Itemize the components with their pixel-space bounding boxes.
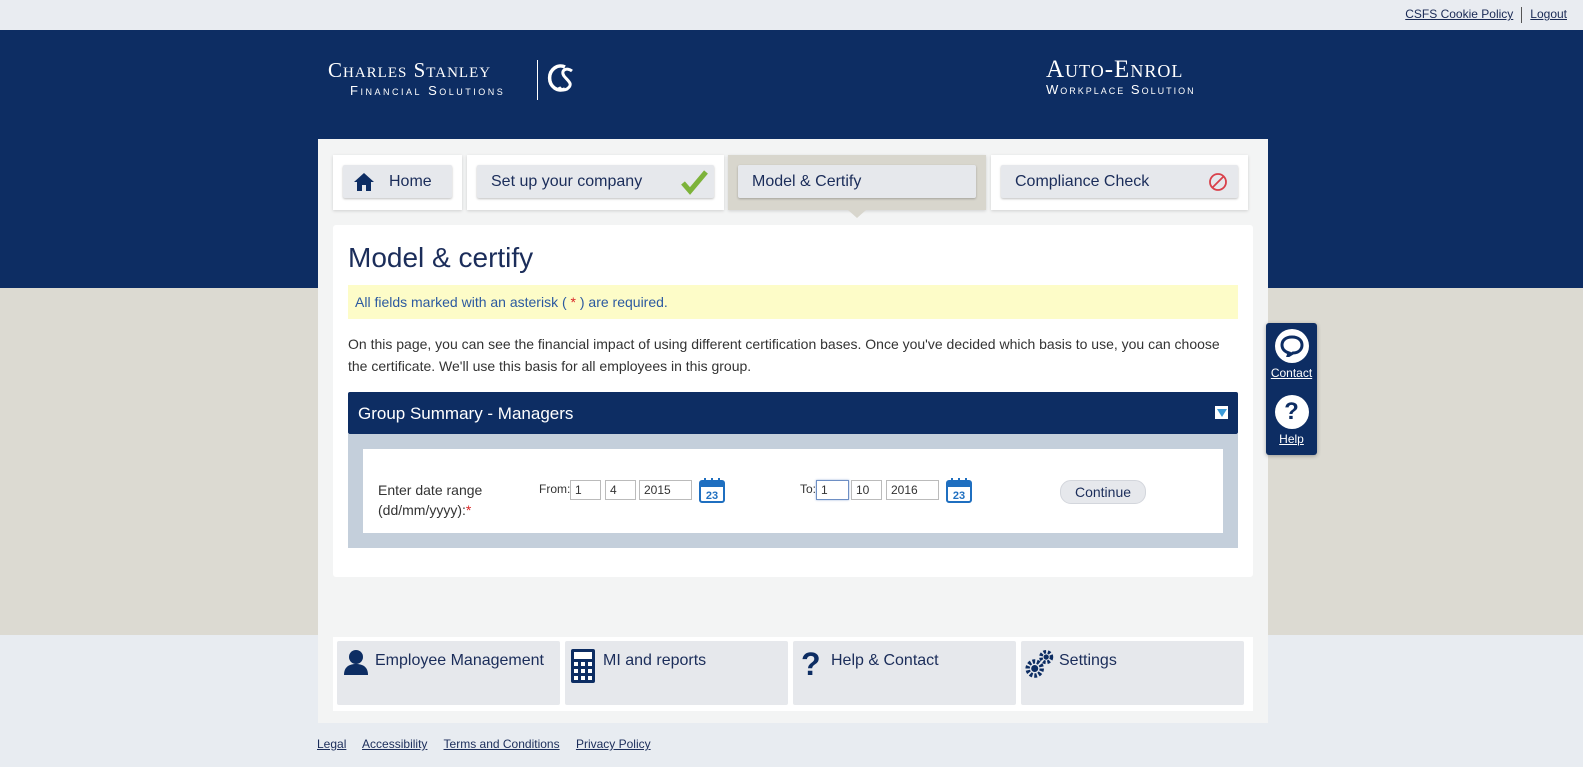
to-year-input[interactable] — [886, 480, 939, 500]
auto-enrol-title: Auto-Enrol — [1046, 56, 1184, 83]
tab-compliance-check[interactable]: Compliance Check — [991, 155, 1248, 210]
date-range-form: Enter date range (dd/mm/yyyy):* From: 23… — [363, 449, 1223, 533]
charles-stanley-logo: Charles Stanley Financial Solutions — [328, 58, 505, 98]
contact-link[interactable]: Contact — [1271, 366, 1312, 380]
group-summary-title: Group Summary - Managers — [358, 404, 574, 423]
nav-mi-label: MI and reports — [603, 652, 707, 669]
logo-line-2: Financial Solutions — [350, 83, 506, 98]
to-calendar-icon[interactable]: 23 — [946, 477, 972, 503]
privacy-link[interactable]: Privacy Policy — [576, 737, 651, 751]
footer-links: Legal Accessibility Terms and Conditions… — [317, 737, 664, 751]
home-icon — [354, 172, 374, 191]
group-summary-header[interactable]: Group Summary - Managers — [348, 392, 1238, 434]
top-links: CSFS Cookie Policy Logout — [1397, 7, 1575, 23]
help-icon[interactable]: ? — [1274, 395, 1309, 429]
tab-compliance-label: Compliance Check — [1015, 172, 1150, 190]
notice-suffix: ) are required. — [575, 294, 668, 310]
question-icon: ? — [801, 646, 821, 682]
contact-help-widget: Contact ? Help — [1266, 323, 1317, 455]
required-asterisk: * — [465, 502, 472, 518]
to-month-input[interactable] — [851, 480, 882, 500]
date-label-line2: (dd/mm/yyyy): — [378, 502, 466, 518]
from-day-input[interactable] — [570, 480, 601, 500]
date-label-line2-wrap: (dd/mm/yyyy):* — [378, 500, 482, 520]
cs-monogram-icon — [547, 64, 573, 92]
tab-model-certify-button[interactable]: Model & Certify — [738, 165, 976, 198]
nav-employee-label: Employee Management — [375, 652, 544, 669]
tab-home-label: Home — [389, 172, 432, 190]
svg-text:?: ? — [801, 646, 821, 682]
logout-link[interactable]: Logout — [1522, 7, 1575, 21]
auto-enrol-subtitle: Workplace Solution — [1046, 82, 1196, 97]
nav-settings[interactable]: Settings — [1021, 641, 1244, 705]
accessibility-link[interactable]: Accessibility — [362, 737, 427, 751]
tab-model-label: Model & Certify — [752, 172, 862, 190]
contact-widget-item[interactable]: Contact — [1266, 329, 1317, 380]
tab-home-button[interactable]: Home — [343, 165, 452, 198]
nav-help-contact[interactable]: ? Help & Contact — [793, 641, 1016, 705]
tab-setup-label: Set up your company — [491, 172, 643, 190]
to-day-input[interactable] — [816, 480, 849, 500]
from-label: From: — [539, 482, 571, 496]
content-card: Model & certify All fields marked with a… — [333, 225, 1253, 577]
logo-line-1: Charles Stanley — [328, 58, 492, 82]
help-widget-item[interactable]: ? Help — [1266, 395, 1317, 446]
top-bar: CSFS Cookie Policy Logout — [0, 0, 1583, 30]
help-link[interactable]: Help — [1279, 432, 1304, 446]
tab-setup-company[interactable]: Set up your company — [467, 155, 724, 210]
gears-icon — [1025, 650, 1054, 678]
from-calendar-icon[interactable]: 23 — [699, 477, 725, 503]
tab-home[interactable]: Home — [333, 155, 462, 210]
intro-text: On this page, you can see the financial … — [348, 336, 1220, 374]
progress-tabs: Home Set up your company Model & Certify… — [333, 155, 1248, 218]
bottom-nav: Employee Management MI and reports ? Hel… — [333, 637, 1253, 711]
to-calendar-day: 23 — [953, 490, 965, 502]
nav-mi-reports[interactable]: MI and reports — [565, 641, 788, 705]
date-range-label: Enter date range (dd/mm/yyyy):* — [378, 480, 482, 520]
cookie-policy-link[interactable]: CSFS Cookie Policy — [1397, 7, 1521, 21]
from-calendar-day: 23 — [706, 490, 718, 502]
required-notice: All fields marked with an asterisk ( * )… — [348, 285, 1238, 319]
tab-setup-company-button[interactable]: Set up your company — [477, 165, 714, 198]
continue-button[interactable]: Continue — [1060, 480, 1146, 504]
nav-employee-management[interactable]: Employee Management — [337, 641, 560, 705]
date-label-line1: Enter date range — [378, 482, 483, 498]
legal-link[interactable]: Legal — [317, 737, 346, 751]
auto-enrol-logo: Auto-Enrol Workplace Solution — [1046, 56, 1196, 97]
active-tab-pointer — [848, 210, 866, 218]
logo-divider — [537, 60, 538, 100]
checkmark-icon — [681, 170, 708, 195]
collapse-toggle-icon[interactable] — [1215, 406, 1228, 419]
terms-link[interactable]: Terms and Conditions — [444, 737, 560, 751]
nav-settings-label: Settings — [1059, 652, 1117, 669]
to-label: To: — [800, 482, 817, 496]
page-title: Model & certify — [348, 242, 534, 273]
contact-icon[interactable] — [1274, 329, 1309, 363]
prohibited-icon — [1209, 173, 1227, 191]
person-icon — [344, 650, 368, 675]
from-year-input[interactable] — [639, 480, 692, 500]
notice-prefix: All fields marked with an asterisk ( — [355, 294, 571, 310]
group-summary-body: Enter date range (dd/mm/yyyy):* From: 23… — [348, 434, 1238, 548]
calculator-icon — [571, 649, 595, 683]
tab-model-certify[interactable]: Model & Certify — [728, 155, 986, 218]
nav-help-label: Help & Contact — [831, 652, 939, 669]
from-month-input[interactable] — [605, 480, 636, 500]
tab-compliance-button[interactable]: Compliance Check — [1001, 165, 1238, 198]
